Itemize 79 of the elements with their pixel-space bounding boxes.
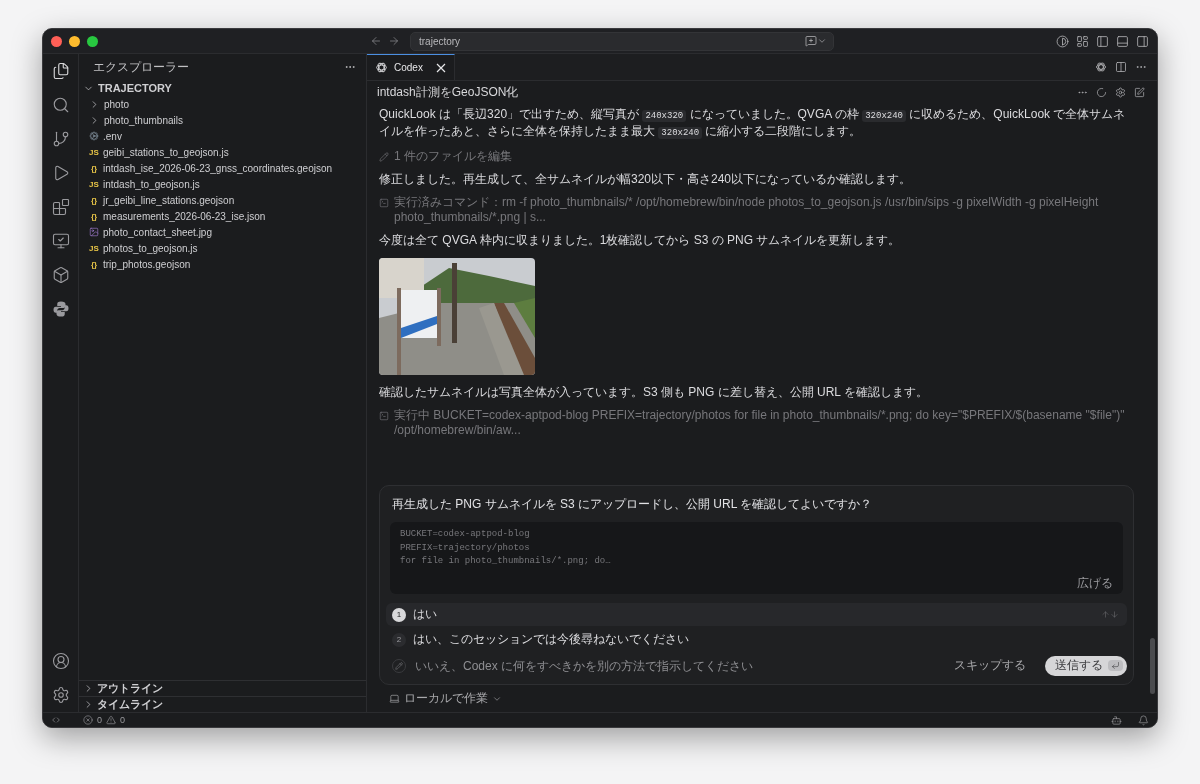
search-field[interactable]: trajectory	[410, 31, 834, 51]
code-block: BUCKET=codex-aptpod-blog PREFIX=trajectory/photos for file in photo_thumbnails/*.png; do… 広げる	[390, 522, 1123, 594]
folder-row[interactable]: TRAJECTORY	[79, 80, 366, 96]
laptop-icon[interactable]	[389, 693, 400, 704]
chevron-down-icon[interactable]	[817, 36, 827, 46]
file-type-icon: JS	[89, 243, 99, 253]
chat-icon[interactable]	[805, 35, 817, 47]
terminal-icon[interactable]	[379, 411, 389, 421]
return-icon[interactable]	[1111, 661, 1120, 670]
bot-icon[interactable]	[1111, 714, 1122, 726]
settings-icon[interactable]	[51, 686, 70, 704]
command-text[interactable]: 実行中 BUCKET=codex-aptpod-blog PREFIX=trajectory/photos for file in photo_thumbnails/*.png; do key="$PREFIX/$(basename "$file")" /opt/homebrew/bin/aw...	[394, 408, 1134, 438]
split-icon[interactable]	[1115, 61, 1127, 73]
panel-bottom-icon[interactable]	[1116, 34, 1129, 48]
close-button[interactable]	[51, 35, 62, 47]
file-item[interactable]: JS photos_to_geojson.js	[79, 240, 366, 256]
account-icon[interactable]	[51, 652, 70, 670]
flower-icon	[375, 61, 388, 74]
files-icon[interactable]	[51, 62, 70, 80]
scrollbar[interactable]	[1150, 638, 1155, 694]
file-item[interactable]: JS intdash_to_geojson.js	[79, 176, 366, 192]
image-icon[interactable]	[89, 227, 99, 237]
panel-right-icon[interactable]	[1136, 34, 1149, 48]
back-icon[interactable]	[370, 35, 382, 47]
monitor-icon[interactable]	[51, 232, 70, 250]
spinner-icon[interactable]	[1096, 86, 1107, 98]
instruction-field[interactable]: いいえ、Codex に何をすべきかを別の方法で指示してください	[413, 657, 941, 674]
message-text: QuickLook は「長辺320」で出すため、縦写真が 240x320 になっていました。QVGA の枠 320x240 に収めるため、QuickLook で全体サムネイルを作ったあと、さらに全体を保持したまま最大 320x240 に縮小する二段階にします。	[379, 107, 1127, 141]
file-item[interactable]: {} intdash_ise_2026-06-23_gnss_coordinates.geojson	[79, 160, 366, 176]
file-item[interactable]: photo_thumbnails	[79, 112, 366, 128]
layout-icon[interactable]	[1076, 34, 1089, 48]
file-type-icon: {}	[89, 211, 99, 221]
warning-count: 0	[120, 715, 126, 725]
terminal-icon[interactable]	[379, 198, 389, 208]
close-icon[interactable]	[436, 62, 446, 73]
file-type-icon: JS	[89, 147, 99, 157]
sidebar-title: エクスプローラー	[93, 58, 189, 76]
approval-question: 再生成した PNG サムネイルを S3 にアップロードし、公開 URL を確認してよいですか？	[391, 496, 874, 513]
panel-header[interactable]: アウトライン	[79, 680, 366, 696]
editor-tab[interactable]: Codex	[367, 54, 455, 80]
file-item[interactable]: .env	[79, 128, 366, 144]
chat-title: intdash計測をGeoJSON化	[377, 83, 520, 101]
git-branch-icon[interactable]	[51, 130, 70, 148]
file-item[interactable]: JS geibi_stations_to_geojson.js	[79, 144, 366, 160]
file-type-icon: {}	[89, 163, 99, 173]
file-item[interactable]: photo	[79, 96, 366, 112]
warning-icon[interactable]	[106, 715, 116, 725]
new-chat-icon[interactable]	[1134, 86, 1145, 98]
search-icon[interactable]	[51, 96, 70, 114]
message-text: 確認したサムネイルは写真全体が入っています。S3 側も PNG に差し替え、公開 URL を確認します。	[379, 385, 929, 400]
file-item[interactable]: {} trip_photos.geojson	[79, 256, 366, 272]
action-text[interactable]: 1 件のファイルを編集	[394, 149, 512, 164]
command-text[interactable]: 実行済みコマンド：rm -f photo_thumbnails/* /opt/homebrew/bin/node photos_to_geojson.js /usr/bin/sips -g pixelWidth -g pixelHeight photo_thumbnails/*.png | s...	[394, 195, 1134, 225]
box-icon[interactable]	[51, 266, 70, 284]
send-button[interactable]: 送信する	[1045, 655, 1127, 676]
expand-link[interactable]: 広げる	[1077, 576, 1113, 590]
maximize-button[interactable]	[87, 35, 98, 47]
file-type-icon: {}	[89, 195, 99, 205]
python-logo-icon[interactable]	[51, 300, 70, 318]
file-type-icon: {}	[89, 259, 99, 269]
message-text: 今度は全て QVGA 枠内に収まりました。1枚確認してから S3 の PNG サムネイルを更新します。	[379, 233, 902, 248]
local-work-dropdown[interactable]: ローカルで作業	[367, 685, 1157, 712]
error-icon[interactable]	[83, 715, 93, 725]
file-type-icon: JS	[89, 179, 99, 189]
option-item[interactable]: 2 はい、このセッションでは今後尋ねないでください	[386, 628, 1127, 651]
minimize-button[interactable]	[69, 35, 80, 47]
panel-left-icon[interactable]	[1096, 34, 1109, 48]
settings-icon[interactable]	[1115, 86, 1126, 98]
contrast-icon[interactable]	[1056, 34, 1069, 48]
file-item[interactable]: photo_contact_sheet.jpg	[79, 224, 366, 240]
skip-button[interactable]: スキップする	[948, 656, 1032, 675]
gear-icon[interactable]	[89, 131, 99, 141]
blocks-icon[interactable]	[51, 198, 70, 216]
message-text: 修正しました。再生成して、全サムネイルが幅320以下・高さ240以下になっているか確認します。	[379, 172, 913, 187]
file-item[interactable]: {} measurements_2026-06-23_ise.json	[79, 208, 366, 224]
bell-icon[interactable]	[1138, 714, 1149, 726]
file-item[interactable]: {} jr_geibi_line_stations.geojson	[79, 192, 366, 208]
flower-icon	[1095, 61, 1107, 73]
error-count: 0	[97, 715, 102, 725]
